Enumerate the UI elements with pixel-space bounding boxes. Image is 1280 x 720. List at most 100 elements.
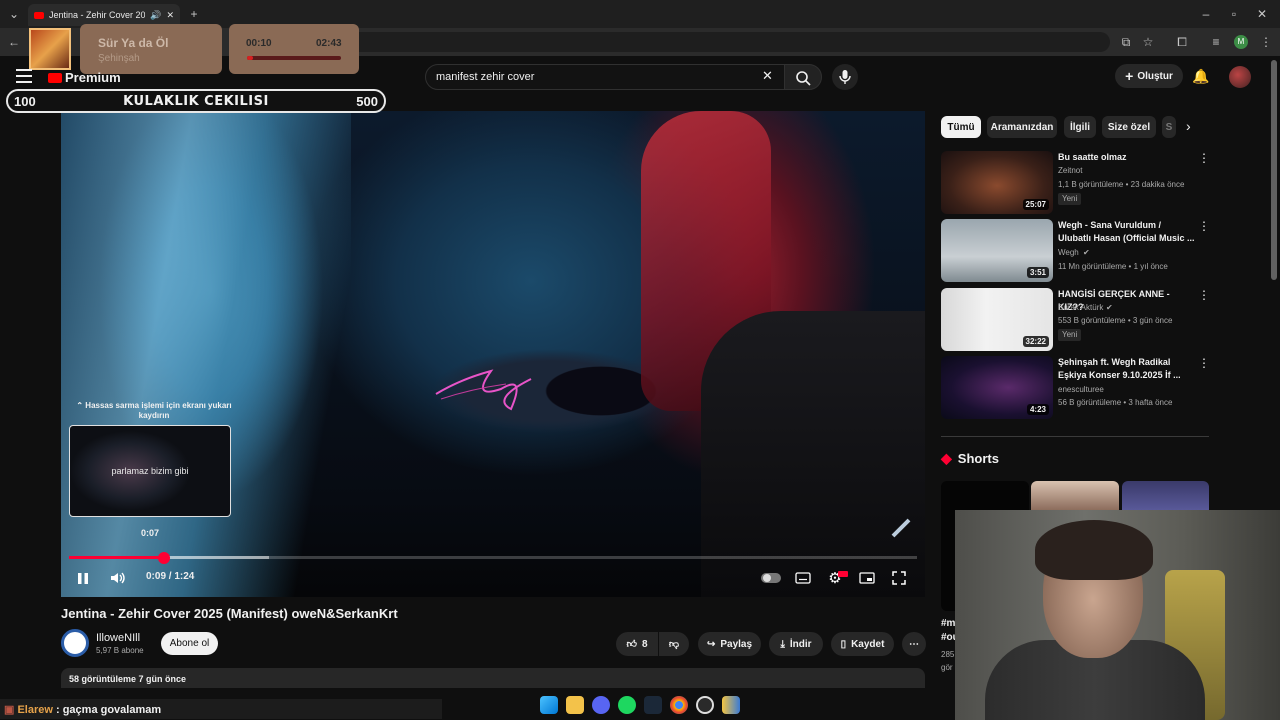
browser-tab[interactable]: Jentina - Zehir Cover 2025 🔊 ✕ — [28, 4, 180, 26]
volume-button[interactable] — [107, 568, 129, 588]
browser-menu-icon[interactable]: ⋮ — [1256, 32, 1276, 52]
clear-search-icon[interactable]: ✕ — [762, 68, 773, 84]
chrome-icon[interactable] — [670, 696, 688, 714]
more-vert-icon[interactable]: ⋮ — [1198, 288, 1210, 302]
user-avatar[interactable] — [1229, 66, 1251, 88]
app-icon[interactable] — [722, 696, 740, 714]
page-scrollbar[interactable] — [1271, 60, 1277, 280]
chip-related[interactable]: İlgili — [1064, 116, 1096, 138]
share-button[interactable]: ↪ Paylaş — [698, 632, 761, 656]
more-actions-button[interactable]: ⋯ — [902, 632, 926, 656]
subtitles-button[interactable] — [792, 568, 814, 588]
video-frame-hair — [61, 111, 351, 597]
save-button[interactable]: ▯ Kaydet — [831, 632, 894, 656]
new-badge: Yeni — [1058, 329, 1082, 341]
now-playing-title: Sür Ya da Öl — [98, 36, 169, 50]
preview-time: 0:07 — [140, 528, 159, 538]
video-title: Jentina - Zehir Cover 2025 (Manifest) ow… — [61, 606, 398, 621]
related-title[interactable]: Wegh - Sana Vuruldum / Ulubatlı Hasan (O… — [1058, 219, 1196, 245]
short-thumbnail[interactable] — [1031, 481, 1119, 511]
extensions-icon[interactable]: ⧠ — [1172, 32, 1192, 52]
now-playing-progress-track — [247, 56, 341, 60]
back-icon[interactable]: ← — [4, 32, 24, 52]
chevron-right-icon[interactable]: › — [1186, 118, 1191, 134]
file-explorer-icon[interactable] — [566, 696, 584, 714]
hamburger-menu-icon[interactable] — [16, 69, 32, 83]
url-input[interactable] — [240, 32, 1110, 52]
related-thumbnail[interactable]: 3:51 — [941, 219, 1053, 282]
more-vert-icon[interactable]: ⋮ — [1198, 219, 1210, 233]
more-vert-icon[interactable]: ⋮ — [1198, 356, 1210, 370]
new-tab-button[interactable]: + — [184, 4, 204, 24]
related-thumbnail[interactable]: 32:22 — [941, 288, 1053, 351]
progress-scrubber-handle[interactable] — [158, 552, 170, 564]
chip-for-you[interactable]: Size özel — [1102, 116, 1156, 138]
profile-avatar-icon[interactable]: M — [1234, 35, 1248, 49]
related-title[interactable]: Bu saatte olmaz — [1058, 151, 1196, 164]
media-control-icon[interactable]: ≡ — [1206, 32, 1226, 52]
maximize-icon[interactable]: ▫ — [1224, 4, 1244, 24]
now-playing-progress-fill — [247, 56, 253, 60]
chip-partial[interactable]: S — [1162, 116, 1176, 138]
windows-start-icon[interactable] — [540, 696, 558, 714]
chip-all[interactable]: Tümü — [941, 116, 981, 138]
chat-message: ▣ Elarew : gaçma govalamam — [0, 699, 442, 719]
pen-icon — [890, 517, 912, 539]
tab-search-icon[interactable]: ⌄ — [4, 4, 24, 24]
channel-name[interactable]: IlloweNIll — [96, 632, 140, 644]
bookmark-icon: ▯ — [840, 638, 847, 650]
like-button[interactable]: 👍︎ 8 — [616, 632, 658, 656]
chip-from-search[interactable]: Aramanızdan — [987, 116, 1057, 138]
short-thumbnail[interactable] — [1122, 481, 1209, 511]
now-playing-artist: Şehinşah — [98, 53, 140, 64]
youtube-play-icon — [48, 72, 62, 83]
plus-icon: + — [1125, 68, 1134, 84]
create-button[interactable]: + Oluştur — [1115, 64, 1183, 88]
voice-search-button[interactable] — [832, 64, 858, 90]
discord-icon[interactable] — [592, 696, 610, 714]
subtitles-icon — [795, 572, 811, 584]
share-icon: ↪ — [706, 638, 716, 650]
video-player[interactable] — [61, 111, 925, 597]
pause-button[interactable] — [73, 568, 93, 588]
description-box[interactable]: 58 görüntüleme 7 gün önce — [61, 668, 925, 688]
steam-icon[interactable] — [644, 696, 662, 714]
cast-icon[interactable]: ⧉ — [1116, 32, 1136, 52]
related-thumbnail[interactable]: 25:07 — [941, 151, 1053, 214]
album-art — [29, 28, 71, 70]
miniplayer-button[interactable] — [856, 568, 878, 588]
download-button[interactable]: ⤓ İndir — [769, 632, 823, 656]
tab-close-icon[interactable]: ✕ — [166, 10, 174, 21]
bookmark-star-icon[interactable]: ☆ — [1138, 32, 1158, 52]
youtube-logo[interactable]: Premium — [48, 70, 121, 85]
minimize-icon[interactable]: – — [1196, 4, 1216, 24]
banner-left-count: 100 — [14, 93, 36, 109]
search-icon — [796, 71, 811, 86]
thumbs-down-icon: 👎︎ — [668, 639, 680, 650]
related-channel[interactable]: enesculturee — [1058, 385, 1104, 394]
banner-right-count: 500 — [356, 93, 378, 109]
short-title-partial[interactable]: #m — [941, 618, 955, 629]
related-channel[interactable]: Zeitnot — [1058, 166, 1082, 175]
related-channel[interactable]: Wegh — [1058, 248, 1079, 257]
search-input[interactable]: manifest zehir cover — [425, 64, 785, 90]
search-button[interactable] — [784, 64, 822, 90]
related-thumbnail[interactable]: 4:23 — [941, 356, 1053, 419]
dislike-button[interactable]: 👎︎ — [659, 632, 689, 656]
more-horizontal-icon: ⋯ — [909, 638, 919, 650]
verified-icon: ✔ — [1106, 303, 1113, 312]
more-vert-icon[interactable]: ⋮ — [1198, 151, 1210, 165]
new-badge: Yeni — [1058, 193, 1082, 205]
channel-avatar[interactable] — [61, 629, 89, 657]
chat-text: : gaçma govalamam — [52, 704, 162, 716]
notifications-bell-icon[interactable]: 🔔 — [1192, 68, 1210, 86]
spotify-icon[interactable] — [618, 696, 636, 714]
obs-icon[interactable] — [696, 696, 714, 714]
autoplay-toggle[interactable] — [760, 568, 782, 588]
now-playing-time-card: 00:10 02:43 — [229, 24, 359, 74]
close-window-icon[interactable]: ✕ — [1252, 4, 1272, 24]
related-title[interactable]: Şehinşah ft. Wegh Radikal Eşkiya Konser … — [1058, 356, 1196, 382]
related-channel[interactable]: Burak Aktürk — [1058, 303, 1103, 312]
subscribe-button[interactable]: Abone ol — [161, 632, 218, 655]
fullscreen-button[interactable] — [888, 568, 910, 588]
